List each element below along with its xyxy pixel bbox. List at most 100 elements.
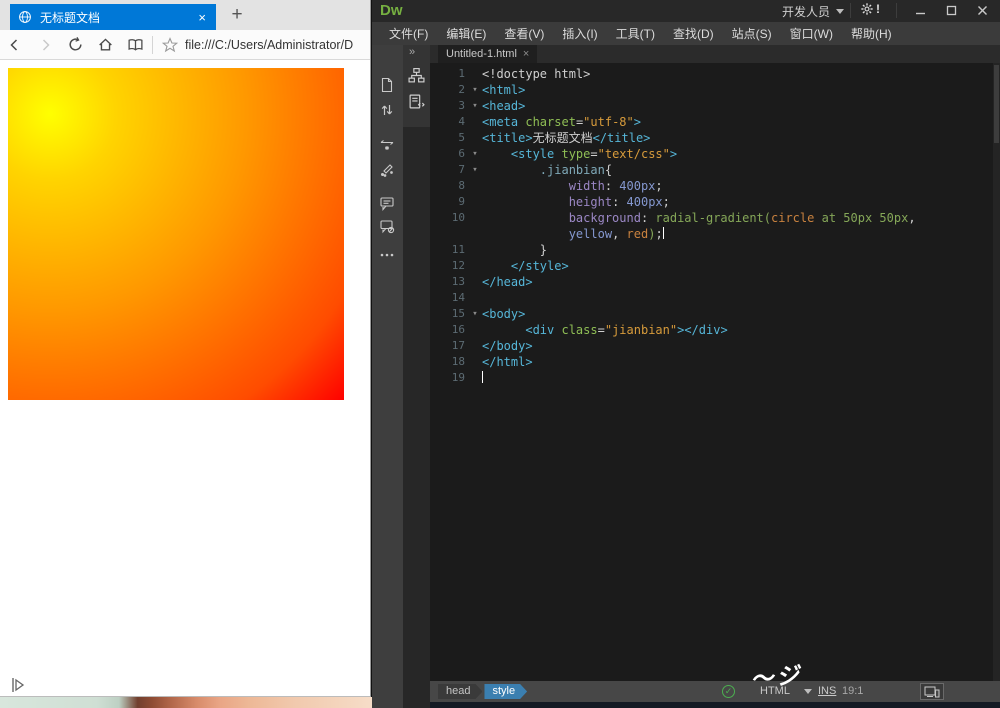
open-documents-icon[interactable] — [379, 77, 395, 93]
code-line[interactable]: 13</head> — [430, 274, 1000, 290]
menu-item[interactable]: 窗口(W) — [781, 25, 842, 42]
document-tab[interactable]: Untitled-1.html × — [438, 45, 537, 63]
code-text — [482, 290, 1000, 306]
menu-item[interactable]: 插入(I) — [553, 25, 606, 42]
menu-item[interactable]: 文件(F) — [380, 25, 437, 42]
line-number: 9 — [430, 194, 468, 210]
code-line[interactable]: 10 background: radial-gradient(circle at… — [430, 210, 1000, 226]
insert-mode-toggle[interactable]: INS — [818, 685, 836, 697]
code-text: background: radial-gradient(circle at 50… — [482, 210, 1000, 226]
gear-icon — [860, 2, 874, 16]
line-number: 15 — [430, 306, 468, 322]
code-line[interactable]: 1<!doctype html> — [430, 66, 1000, 82]
sync-gear-button[interactable]: ! — [860, 2, 880, 16]
code-fold-gutter — [468, 290, 482, 306]
code-line[interactable]: 11 } — [430, 242, 1000, 258]
code-text: <style type="text/css"> — [482, 146, 1000, 162]
text-cursor — [482, 371, 483, 383]
document-tab-close-icon[interactable]: × — [523, 48, 529, 60]
new-tab-button[interactable]: + — [224, 2, 250, 28]
notification-flag-icon[interactable] — [10, 676, 28, 694]
format-brush-icon[interactable] — [379, 162, 395, 178]
code-line[interactable]: 16 <div class="jianbian"></div> — [430, 322, 1000, 338]
tag-selector-head[interactable]: head — [438, 684, 482, 699]
code-line[interactable]: 7▾ .jianbian{ — [430, 162, 1000, 178]
code-line[interactable]: 8 width: 400px; — [430, 178, 1000, 194]
remove-comment-icon[interactable] — [379, 218, 395, 234]
window-bottom-edge — [430, 702, 1000, 708]
line-number: 2 — [430, 82, 468, 98]
minimize-button[interactable] — [906, 0, 935, 20]
chevron-down-icon — [804, 689, 812, 694]
code-line[interactable]: 15▾<body> — [430, 306, 1000, 322]
device-preview-button[interactable] — [920, 683, 944, 700]
code-line[interactable]: 4<meta charset="utf-8"> — [430, 114, 1000, 130]
code-fold-arrow-icon[interactable]: ▾ — [468, 98, 482, 114]
code-fold-arrow-icon[interactable]: ▾ — [468, 82, 482, 98]
code-line[interactable]: 17</body> — [430, 338, 1000, 354]
watermark: 〜ジ — [748, 655, 803, 694]
code-line[interactable]: 2▾<html> — [430, 82, 1000, 98]
code-line[interactable]: 12 </style> — [430, 258, 1000, 274]
tag-selector-style[interactable]: style — [484, 684, 527, 699]
back-button[interactable] — [0, 31, 30, 59]
code-line[interactable]: 9 height: 400px; — [430, 194, 1000, 210]
code-fold-gutter — [468, 194, 482, 210]
globe-icon — [18, 10, 32, 24]
file-management-arrows-icon[interactable] — [379, 102, 395, 118]
close-button[interactable] — [968, 0, 997, 20]
browser-tab-title: 无标题文档 — [40, 9, 196, 26]
code-scrollbar[interactable] — [993, 63, 1000, 681]
dw-title-bar: Dw 开发人员 ! — [372, 0, 1000, 22]
reading-list-icon[interactable] — [120, 31, 150, 59]
menu-item[interactable]: 查找(D) — [664, 25, 723, 42]
code-text: </style> — [482, 258, 1000, 274]
find-replace-icon[interactable] — [379, 137, 395, 153]
tab-close-icon[interactable]: × — [196, 10, 208, 25]
refresh-button[interactable] — [60, 31, 90, 59]
code-line[interactable]: 5<title>无标题文档</title> — [430, 130, 1000, 146]
code-line[interactable]: 3▾<head> — [430, 98, 1000, 114]
expand-panels-button[interactable]: » — [409, 46, 414, 58]
home-button[interactable] — [90, 31, 120, 59]
dw-document-area: Untitled-1.html × 1<!doctype html>2▾<htm… — [430, 45, 1000, 708]
apply-comment-icon[interactable] — [379, 195, 395, 211]
line-number: 10 — [430, 210, 468, 226]
forward-button[interactable] — [30, 31, 60, 59]
menu-item[interactable]: 站点(S) — [723, 25, 781, 42]
menu-item[interactable]: 工具(T) — [607, 25, 664, 42]
toolbar-more-icon[interactable] — [379, 251, 395, 259]
line-number: 11 — [430, 242, 468, 258]
menu-item[interactable]: 帮助(H) — [842, 25, 901, 42]
code-text: <html> — [482, 82, 1000, 98]
code-fold-arrow-icon[interactable]: ▾ — [468, 146, 482, 162]
desktop-wallpaper-strip — [0, 697, 372, 708]
code-fold-arrow-icon[interactable]: ▾ — [468, 162, 482, 178]
code-text: width: 400px; — [482, 178, 1000, 194]
menu-item[interactable]: 编辑(E) — [437, 25, 495, 42]
address-bar[interactable]: file:///C:/Users/Administrator/D — [185, 38, 353, 52]
menu-item[interactable]: 查看(V) — [495, 25, 553, 42]
code-text — [482, 370, 1000, 386]
browser-tab[interactable]: 无标题文档 × — [10, 4, 216, 30]
collapsed-panel-dock: » — [403, 45, 430, 708]
favorite-star-icon[interactable] — [155, 31, 185, 59]
maximize-button[interactable] — [937, 0, 966, 20]
line-number: 7 — [430, 162, 468, 178]
code-line[interactable]: yellow, red); — [430, 226, 1000, 242]
workspace-switcher[interactable]: 开发人员 — [782, 3, 844, 20]
scrollbar-thumb[interactable] — [994, 65, 999, 143]
document-tab-title: Untitled-1.html — [446, 48, 517, 60]
status-bar: headstyle ✓ HTML INS 19:1 — [430, 681, 1000, 702]
code-editor[interactable]: 1<!doctype html>2▾<html>3▾<head>4<meta c… — [430, 63, 1000, 681]
code-line[interactable]: 14 — [430, 290, 1000, 306]
snippets-panel-icon[interactable] — [408, 93, 425, 110]
line-number: 4 — [430, 114, 468, 130]
document-tab-bar: Untitled-1.html × — [430, 45, 1000, 63]
code-line[interactable]: 18</html> — [430, 354, 1000, 370]
code-line[interactable]: 19 — [430, 370, 1000, 386]
code-fold-arrow-icon[interactable]: ▾ — [468, 306, 482, 322]
code-fold-gutter — [468, 130, 482, 146]
files-panel-icon[interactable] — [408, 67, 425, 84]
code-line[interactable]: 6▾ <style type="text/css"> — [430, 146, 1000, 162]
